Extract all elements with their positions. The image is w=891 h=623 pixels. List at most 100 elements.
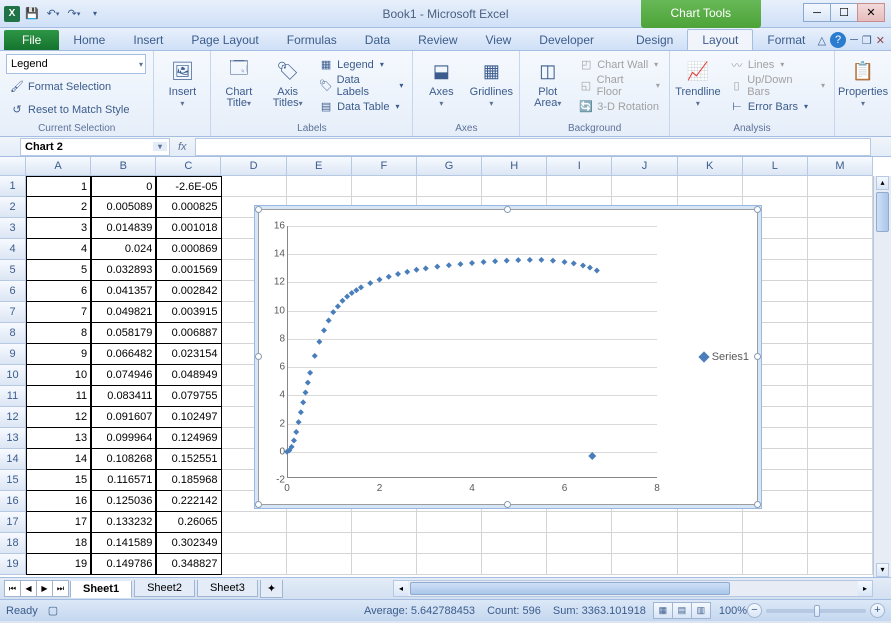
excel-app-icon[interactable]: X [4,6,20,22]
sheet-tab[interactable]: Sheet1 [70,581,132,598]
cell[interactable] [808,260,873,281]
resize-handle[interactable] [504,206,511,213]
resize-handle[interactable] [255,353,262,360]
row-header[interactable]: 19 [0,554,26,575]
embedded-chart[interactable]: -20246810121416 02468 Series1 [258,209,758,505]
formula-input[interactable] [195,138,871,156]
cell[interactable] [287,512,352,533]
cell[interactable] [482,176,547,197]
column-header[interactable]: G [417,157,482,176]
zoom-in-button[interactable]: + [870,603,885,618]
trendline-button[interactable]: 📈 Trendline▾ [676,54,720,123]
next-sheet-button[interactable]: ▶ [36,580,53,597]
zoom-out-button[interactable]: − [747,603,762,618]
data-labels-button[interactable]: 🏷Data Labels▾ [315,75,406,96]
gridlines-button[interactable]: ▦ Gridlines▾ [469,54,513,123]
tab-file[interactable]: File [4,30,59,50]
cell[interactable]: 0.152551 [156,449,221,470]
cell[interactable] [678,176,743,197]
cell[interactable]: 0.014839 [91,218,156,239]
cell[interactable] [482,533,547,554]
zoom-slider[interactable] [766,609,866,613]
page-break-view-button[interactable]: ▥ [691,602,711,619]
first-sheet-button[interactable]: ⏮ [4,580,21,597]
new-sheet-button[interactable]: ✦ [260,580,283,598]
cell[interactable]: 0.074946 [91,365,156,386]
row-header[interactable]: 3 [0,218,26,239]
chart-plot-area[interactable]: -20246810121416 02468 [287,226,657,478]
insert-shape-button[interactable]: 🖼 Insert▾ [160,54,204,123]
row-header[interactable]: 13 [0,428,26,449]
cell[interactable]: 16 [26,491,91,512]
column-header[interactable]: M [808,157,873,176]
page-layout-view-button[interactable]: ▤ [672,602,692,619]
cell[interactable] [808,176,873,197]
cell[interactable]: 15 [26,470,91,491]
cell[interactable] [352,533,417,554]
help-icon[interactable]: ? [830,32,846,48]
cell[interactable] [482,512,547,533]
cell[interactable]: 19 [26,554,91,575]
cell[interactable] [612,176,677,197]
cell[interactable] [808,554,873,575]
cell[interactable] [352,554,417,575]
macro-record-icon[interactable]: ▢ [48,604,58,617]
cell[interactable]: 14 [26,449,91,470]
cell[interactable]: 0.133232 [91,512,156,533]
column-header[interactable]: L [743,157,808,176]
tab-home[interactable]: Home [59,30,119,50]
normal-view-button[interactable]: ▦ [653,602,673,619]
cell[interactable] [743,512,808,533]
cell[interactable]: 0.024 [91,239,156,260]
cell[interactable] [808,428,873,449]
vscroll-thumb[interactable] [876,192,889,232]
cell[interactable]: 0.091607 [91,407,156,428]
cell[interactable] [352,512,417,533]
chart-legend[interactable]: Series1 [700,351,749,363]
cell[interactable]: 0.023154 [156,344,221,365]
row-header[interactable]: 9 [0,344,26,365]
cell[interactable]: 10 [26,365,91,386]
cell[interactable]: 0.001569 [156,260,221,281]
name-box-dropdown-icon[interactable]: ▾ [153,142,167,151]
doc-close-icon[interactable]: ✕ [876,34,885,47]
cell[interactable]: 0.348827 [156,554,221,575]
cell[interactable]: 0.079755 [156,386,221,407]
cell[interactable]: 2 [26,197,91,218]
column-header[interactable]: D [221,157,286,176]
column-header[interactable]: C [156,157,221,176]
save-icon[interactable]: 💾 [23,5,41,23]
undo-icon[interactable]: ↶▾ [44,5,62,23]
cell[interactable] [678,512,743,533]
tab-data[interactable]: Data [351,30,404,50]
column-header[interactable]: I [547,157,612,176]
cell[interactable]: 0.083411 [91,386,156,407]
cell[interactable] [808,344,873,365]
row-header[interactable]: 10 [0,365,26,386]
cell[interactable] [547,554,612,575]
tab-developer[interactable]: Developer [525,30,608,50]
doc-minimize-icon[interactable]: ─ [850,34,858,46]
cell[interactable] [222,533,287,554]
cell[interactable]: 0.124969 [156,428,221,449]
cell[interactable] [547,512,612,533]
column-header[interactable]: E [287,157,352,176]
fx-icon[interactable]: fx [178,141,187,153]
cell[interactable]: 0.005089 [91,197,156,218]
vertical-scrollbar[interactable]: ▴ ▾ [873,176,891,577]
row-header[interactable]: 16 [0,491,26,512]
legend-button[interactable]: ▦Legend▾ [315,54,406,75]
cell[interactable] [352,176,417,197]
cell[interactable]: 17 [26,512,91,533]
row-header[interactable]: 15 [0,470,26,491]
column-header[interactable]: F [352,157,417,176]
column-header[interactable]: K [678,157,743,176]
row-header[interactable]: 2 [0,197,26,218]
cell[interactable] [287,176,352,197]
cell[interactable] [808,449,873,470]
zoom-thumb[interactable] [814,605,820,617]
select-all-corner[interactable] [0,157,26,176]
cell[interactable]: 9 [26,344,91,365]
prev-sheet-button[interactable]: ◀ [20,580,37,597]
cell[interactable] [678,533,743,554]
